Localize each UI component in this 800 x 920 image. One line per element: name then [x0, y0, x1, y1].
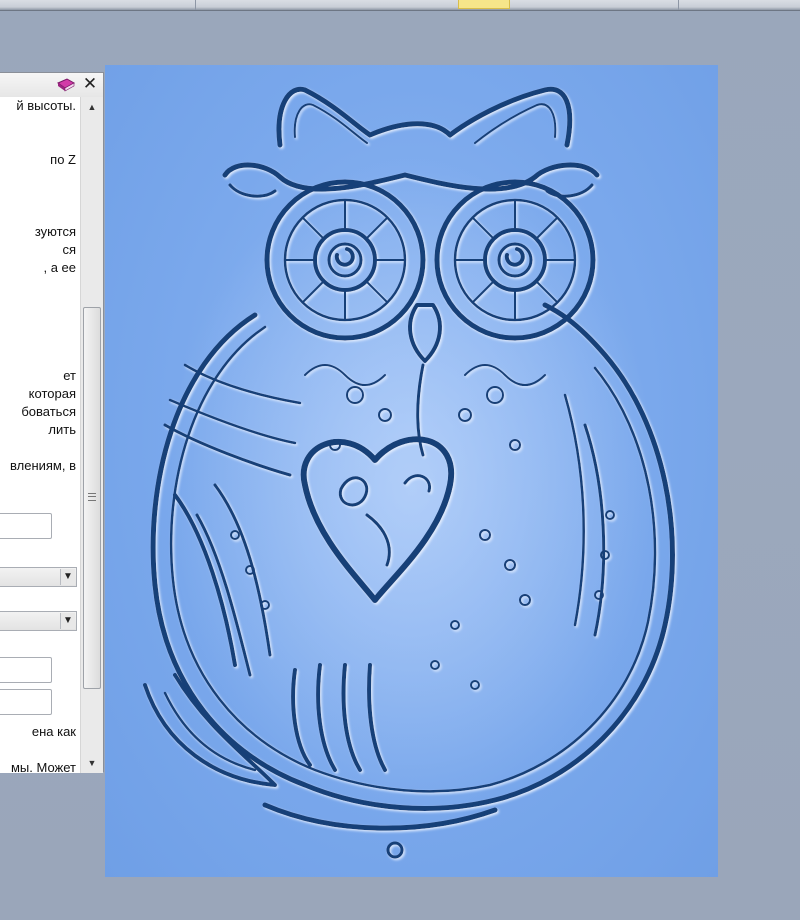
close-icon[interactable]: ✕: [82, 75, 98, 93]
active-toolbar-tab[interactable]: [458, 0, 510, 9]
text-field[interactable]: [0, 513, 52, 539]
help-text-line: по Z: [50, 152, 76, 167]
top-toolbar-strip: [0, 0, 800, 11]
help-text-line: боваться: [21, 404, 76, 419]
toolbar-separator: [678, 0, 679, 10]
scrollbar-thumb[interactable]: [83, 307, 101, 689]
text-field[interactable]: [0, 689, 52, 715]
toolbar-separator: [195, 0, 196, 10]
scroll-up-icon[interactable]: ▲: [81, 99, 103, 115]
owl-relief-model: [105, 65, 718, 877]
panel-content: й высоты. по Z зуются ся , а ее ет котор…: [0, 97, 80, 773]
help-panel: ✕ й высоты. по Z зуются ся , а ее ет кот…: [0, 72, 104, 773]
dropdown-select[interactable]: ▼: [0, 567, 77, 587]
help-text-line: зуются: [34, 224, 76, 239]
help-text-line: мы. Может: [10, 760, 76, 773]
dropdown-arrow-icon[interactable]: ▼: [60, 569, 75, 585]
book-icon[interactable]: [56, 77, 76, 93]
dropdown-arrow-icon[interactable]: ▼: [60, 613, 75, 629]
help-text-line: влениям, в: [10, 458, 76, 473]
help-text-line: ся: [62, 242, 76, 257]
help-text-line: которая: [28, 386, 76, 401]
help-text-line: ена как: [31, 724, 76, 739]
grip-icon: [88, 493, 96, 501]
help-text-line: й высоты.: [16, 98, 76, 113]
scroll-down-icon[interactable]: ▼: [81, 755, 103, 771]
help-text-line: , а ее: [43, 260, 76, 275]
panel-scrollbar[interactable]: ▲ ▼: [80, 97, 103, 773]
help-text-line: ет: [63, 368, 76, 383]
help-text-line: лить: [48, 422, 76, 437]
text-field[interactable]: [0, 657, 52, 683]
panel-titlebar: ✕: [0, 73, 103, 97]
dropdown-select[interactable]: ▼: [0, 611, 77, 631]
3d-viewport[interactable]: [105, 65, 718, 877]
